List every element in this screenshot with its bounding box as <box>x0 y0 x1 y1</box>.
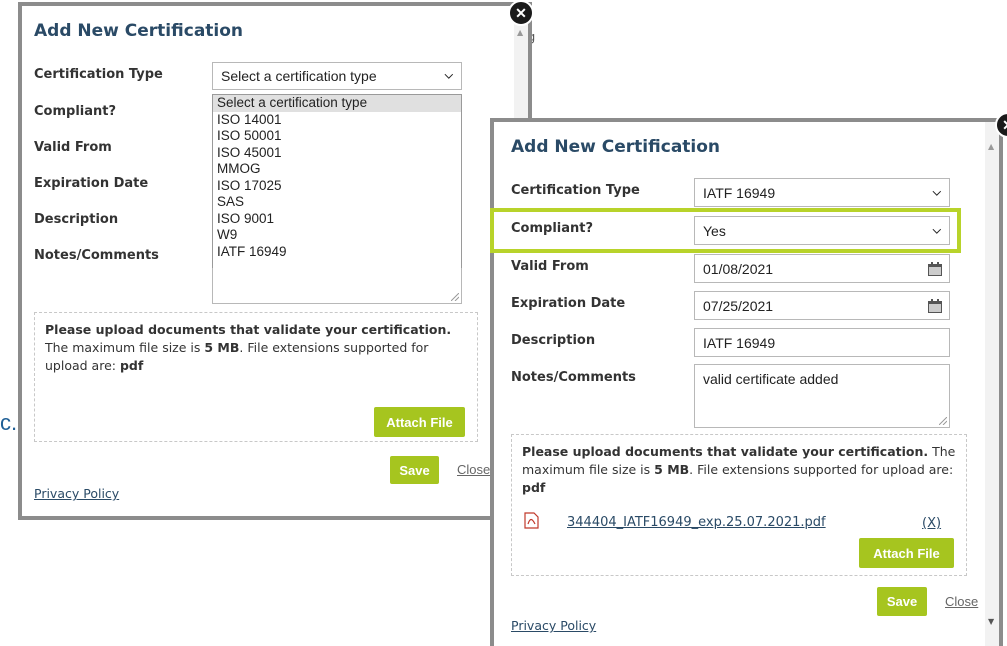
dropdown-option[interactable]: ISO 50001 <box>213 128 461 145</box>
close-circle-icon[interactable]: ✕ <box>508 0 534 26</box>
label-certification-type: Certification Type <box>511 183 640 198</box>
scroll-down-icon[interactable]: ▼ <box>988 617 994 626</box>
select-value: Select a certification type <box>221 68 377 84</box>
compliant-highlight-box <box>490 208 961 253</box>
modal-title: Add New Certification <box>511 137 721 157</box>
dropdown-option[interactable]: W9 <box>213 227 461 244</box>
label-expiration-date: Expiration Date <box>34 176 149 191</box>
dropdown-option[interactable]: ISO 17025 <box>213 178 461 195</box>
label-description: Description <box>511 333 596 348</box>
label-valid-from: Valid From <box>34 140 112 155</box>
dropdown-option[interactable]: SAS <box>213 194 461 211</box>
save-button[interactable]: Save <box>877 587 927 616</box>
upload-size: 5 MB <box>204 340 240 356</box>
upload-intro: Please upload documents that validate yo… <box>522 444 929 459</box>
input-value: 07/25/2021 <box>703 297 774 314</box>
dropdown-option[interactable]: ISO 9001 <box>213 211 461 228</box>
upload-intro: Please upload documents that validate yo… <box>45 322 452 337</box>
uploaded-file-link[interactable]: 344404_IATF16949_exp.25.07.2021.pdf <box>567 515 826 530</box>
dropdown-option[interactable]: IATF 16949 <box>213 244 461 261</box>
textarea-value: valid certificate added <box>703 371 839 387</box>
resize-handle-icon[interactable] <box>939 417 947 425</box>
attach-file-button[interactable]: Attach File <box>859 538 954 568</box>
label-description: Description <box>34 212 119 227</box>
background-stray-text: c. <box>0 410 18 435</box>
input-value: IATF 16949 <box>703 334 776 351</box>
close-link[interactable]: Close <box>945 594 978 609</box>
label-notes-comments: Notes/Comments <box>511 370 636 385</box>
label-expiration-date: Expiration Date <box>511 296 626 311</box>
upload-extension: pdf <box>522 480 546 496</box>
pdf-file-icon <box>524 512 539 529</box>
privacy-policy-link[interactable]: Privacy Policy <box>511 618 596 633</box>
label-certification-type: Certification Type <box>34 67 163 82</box>
certification-type-select[interactable]: Select a certification type ⌵ <box>212 62 462 90</box>
description-input[interactable]: IATF 16949 <box>694 328 950 357</box>
dropdown-option[interactable]: ISO 45001 <box>213 145 461 162</box>
input-value: 01/08/2021 <box>703 260 774 277</box>
chevron-down-icon: ⌵ <box>932 186 941 198</box>
chevron-down-icon: ⌵ <box>444 69 453 82</box>
upload-text: The maximum file size is <box>45 340 205 356</box>
notes-textarea[interactable] <box>212 268 462 304</box>
expiration-date-input[interactable]: 07/25/2021 <box>694 291 950 320</box>
save-button[interactable]: Save <box>390 456 439 484</box>
upload-size: 5 MB <box>654 462 690 478</box>
dropdown-option[interactable]: MMOG <box>213 161 461 178</box>
dropdown-option[interactable]: ISO 14001 <box>213 112 461 129</box>
modal-title: Add New Certification <box>34 21 244 41</box>
modal-scrollbar[interactable]: ▲ ▼ <box>985 122 999 646</box>
upload-text: . File extensions supported for upload a… <box>689 462 954 478</box>
remove-file-link[interactable]: (X) <box>922 516 941 531</box>
scroll-up-icon[interactable]: ▲ <box>517 28 523 37</box>
notes-textarea[interactable]: valid certificate added <box>694 364 950 428</box>
calendar-icon[interactable] <box>927 298 943 314</box>
resize-handle-icon[interactable] <box>451 293 459 301</box>
select-value: IATF 16949 <box>703 184 776 201</box>
scroll-up-icon[interactable]: ▲ <box>988 142 994 151</box>
upload-extension: pdf <box>119 358 144 374</box>
label-compliant: Compliant? <box>34 104 117 119</box>
calendar-icon[interactable] <box>927 261 943 277</box>
close-link[interactable]: Close <box>457 462 490 477</box>
dropdown-option[interactable]: Select a certification type <box>213 95 461 112</box>
label-notes-comments: Notes/Comments <box>34 248 159 263</box>
certification-type-select[interactable]: IATF 16949 ⌵ <box>694 178 950 207</box>
privacy-policy-link[interactable]: Privacy Policy <box>34 486 119 501</box>
valid-from-date-input[interactable]: 01/08/2021 <box>694 254 950 283</box>
label-valid-from: Valid From <box>511 259 589 274</box>
certification-type-dropdown[interactable]: Select a certification type ISO 14001 IS… <box>212 94 462 269</box>
attach-file-button[interactable]: Attach File <box>374 407 465 437</box>
